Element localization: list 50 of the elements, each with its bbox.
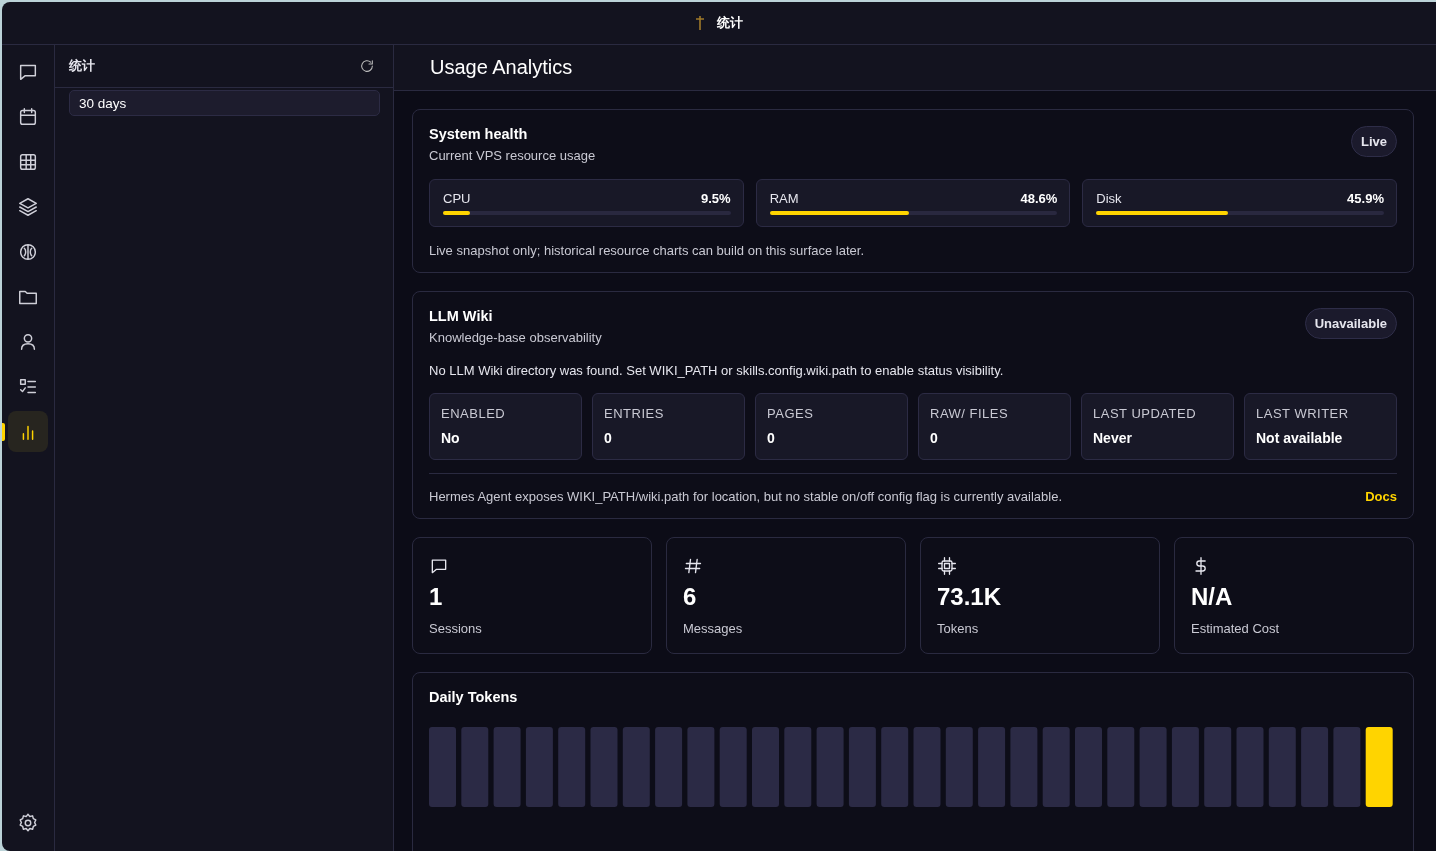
meter-reading: 45.9% bbox=[1347, 191, 1384, 206]
stat-label: PAGES bbox=[767, 406, 815, 421]
footer-note: Hermes Agent exposes WIKI_PATH/wiki.path for location, but no stable on/off config flag is currently available. bbox=[429, 489, 1062, 504]
page-title: Usage Analytics bbox=[430, 56, 573, 79]
meter-reading: 9.5% bbox=[701, 191, 731, 206]
summary-label: Tokens bbox=[937, 621, 979, 636]
sidebar-title: 统计 bbox=[69, 57, 95, 75]
stat-label: LAST WRITER bbox=[1256, 406, 1350, 421]
docs-link[interactable]: Docs bbox=[1365, 489, 1397, 504]
chip-icon bbox=[937, 556, 957, 576]
stat-label: LAST UPDATED bbox=[1093, 406, 1198, 421]
status-badge: Unavailable bbox=[1304, 308, 1397, 339]
active-indicator bbox=[2, 423, 5, 441]
window-title: 统计 bbox=[717, 14, 743, 32]
meter-reading: 48.6% bbox=[1020, 191, 1058, 206]
pin-icon bbox=[695, 15, 705, 31]
card-subtitle: Knowledge-base observability bbox=[429, 330, 602, 345]
stat-label: ENTRIES bbox=[604, 406, 665, 421]
range-select[interactable]: 30 days bbox=[69, 90, 380, 116]
card-title: System health bbox=[429, 126, 529, 142]
summary-value: N/A bbox=[1191, 583, 1233, 611]
stat-value: 0 bbox=[767, 430, 776, 446]
stat-label: RAW/ FILES bbox=[930, 406, 1010, 421]
card-title: LLM Wiki bbox=[429, 308, 494, 324]
stat-value: 0 bbox=[604, 430, 613, 446]
stat-value: Never bbox=[1093, 430, 1133, 446]
meter-label: RAM bbox=[769, 191, 799, 206]
summary-label: Sessions bbox=[429, 621, 482, 636]
layers-icon bbox=[17, 195, 39, 218]
stat-label: ENABLED bbox=[441, 406, 507, 421]
calendar-icon bbox=[17, 105, 39, 128]
stat-value: 0 bbox=[930, 430, 939, 446]
card-note: Live snapshot only; historical resource charts can build on this surface later. bbox=[429, 243, 865, 258]
stat-value: Not available bbox=[1256, 430, 1344, 446]
summary-value: 1 bbox=[429, 583, 443, 611]
summary-label: Messages bbox=[683, 621, 743, 636]
summary-value: 73.1K bbox=[937, 583, 1002, 611]
status-badge: Live bbox=[1351, 126, 1397, 157]
status-message: No LLM Wiki directory was found. Set WIKI_PATH or skills.config.wiki.path to enable status visibility. bbox=[429, 363, 1005, 378]
hash-icon bbox=[683, 556, 703, 576]
card-title: Daily Tokens bbox=[429, 689, 519, 705]
refresh-icon[interactable] bbox=[359, 58, 375, 74]
card-subtitle: Current VPS resource usage bbox=[429, 148, 596, 163]
summary-label: Estimated Cost bbox=[1191, 621, 1280, 636]
meter-label: CPU bbox=[443, 191, 471, 206]
nav-item[interactable] bbox=[8, 411, 48, 452]
stat-value: No bbox=[441, 430, 461, 446]
settings-icon bbox=[17, 811, 39, 834]
meter-label: Disk bbox=[1096, 191, 1122, 206]
summary-value: 6 bbox=[683, 583, 697, 611]
